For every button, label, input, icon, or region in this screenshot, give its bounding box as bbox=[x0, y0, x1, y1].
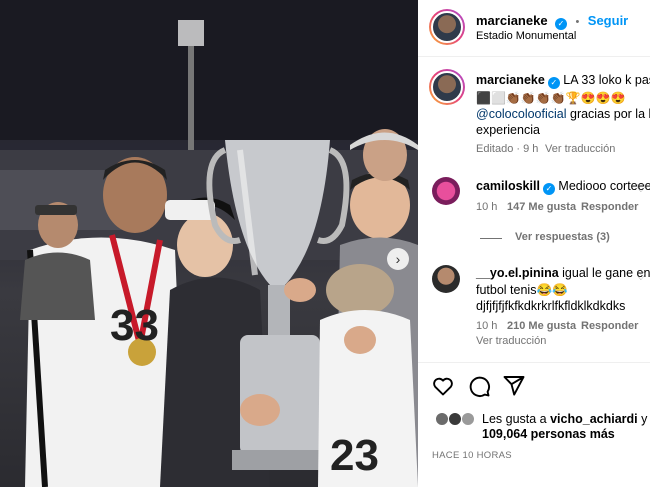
comment-likes[interactable]: 147 Me gusta bbox=[507, 201, 576, 213]
comment-icon[interactable] bbox=[467, 374, 491, 398]
caption-text-4: experiencia bbox=[476, 123, 540, 137]
caption-edited: Editado · 9 h bbox=[476, 143, 539, 155]
separator-dot: • bbox=[575, 16, 580, 28]
comment-reply-button[interactable]: Responder bbox=[581, 320, 638, 332]
likes-count[interactable]: 109,064 personas más bbox=[482, 425, 615, 443]
comment-time: 10 h bbox=[476, 320, 498, 332]
comment-heart-icon[interactable]: ♡ bbox=[636, 270, 646, 283]
comment-username[interactable]: camiloskill bbox=[476, 179, 540, 193]
verified-icon: ✓ bbox=[542, 183, 555, 195]
caption-line-1: marcianeke✓ LA 33 loko k pasa bbox=[476, 71, 650, 89]
verified-icon: ✓ bbox=[547, 77, 560, 89]
caption-username[interactable]: marcianeke bbox=[476, 73, 545, 87]
comment-username[interactable]: __yo.el.pinina bbox=[476, 266, 559, 280]
replies-divider bbox=[480, 238, 502, 239]
caption-text: LA 33 loko k pasa bbox=[563, 73, 650, 87]
avatar bbox=[435, 412, 449, 426]
heart-icon[interactable] bbox=[431, 374, 455, 398]
comment-avatar[interactable] bbox=[432, 265, 460, 293]
post-location[interactable]: Estadio Monumental bbox=[476, 30, 576, 42]
likes-prefix: Les gusta a bbox=[482, 412, 551, 426]
comment-2-line-1: __yo.el.pinina igual le gane en e bbox=[476, 264, 650, 282]
photo-illustration: 33 23 bbox=[0, 0, 418, 487]
comment-reply-button[interactable]: Responder bbox=[581, 201, 638, 213]
caption-text-3: gracias por la li bbox=[566, 107, 650, 121]
comment-time: 10 h bbox=[476, 201, 498, 213]
likes-suffix: y bbox=[637, 412, 648, 426]
comment-likes[interactable]: 210 Me gusta bbox=[507, 320, 576, 332]
svg-text:23: 23 bbox=[330, 431, 379, 480]
author-username[interactable]: marcianeke bbox=[476, 13, 548, 28]
chevron-right-icon: › bbox=[395, 251, 401, 267]
comment-text-3: djfjfjfjfkfkdkrkrlfkfldklkdkdks bbox=[476, 299, 626, 313]
comment-see-translation[interactable]: Ver traducción bbox=[476, 335, 546, 347]
verified-icon: ✓ bbox=[555, 18, 568, 30]
post-timestamp[interactable]: HACE 10 HORAS bbox=[432, 450, 512, 461]
caption-author-avatar[interactable] bbox=[429, 69, 465, 105]
author-avatar[interactable] bbox=[429, 9, 465, 45]
comment-1-line: camiloskill ✓ Mediooo corteee bbox=[476, 177, 650, 195]
caption-mention-link[interactable]: @colocolooficial bbox=[476, 107, 567, 121]
avatar bbox=[461, 412, 475, 426]
comment-heart-icon[interactable]: ♡ bbox=[636, 182, 646, 195]
caption-see-translation[interactable]: Ver traducción bbox=[545, 143, 615, 155]
liker-username[interactable]: vicho_achiardi bbox=[550, 412, 638, 426]
svg-text:33: 33 bbox=[110, 301, 159, 350]
avatar bbox=[448, 412, 462, 426]
send-icon[interactable] bbox=[502, 374, 526, 398]
post-photo[interactable]: 33 23 › bbox=[0, 0, 418, 487]
follow-button[interactable]: Seguir bbox=[588, 13, 628, 28]
view-replies-button[interactable]: Ver respuestas (3) bbox=[515, 231, 610, 243]
actions-divider bbox=[418, 362, 650, 363]
next-photo-button[interactable]: › bbox=[387, 248, 409, 270]
post-side-panel: marcianeke ✓ • Seguir Estadio Monumental… bbox=[418, 0, 650, 487]
comment-avatar[interactable] bbox=[432, 177, 460, 205]
post-header: marcianeke ✓ • Seguir Estadio Monumental bbox=[418, 0, 650, 57]
